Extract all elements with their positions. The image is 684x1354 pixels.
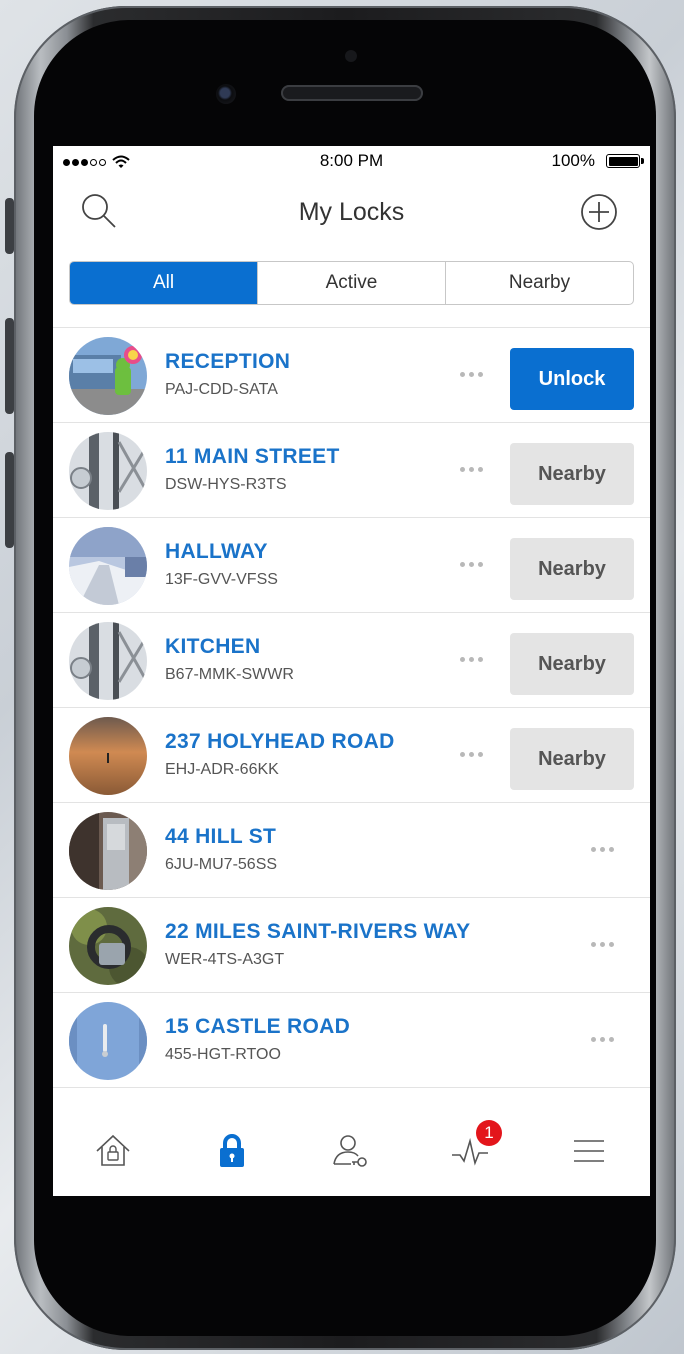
nearby-button[interactable]: Nearby — [510, 443, 634, 505]
front-camera — [216, 84, 236, 104]
page-title: My Locks — [298, 198, 405, 226]
more-options-button[interactable] — [460, 752, 483, 757]
tab-active[interactable]: Active — [257, 262, 445, 304]
more-options-button[interactable] — [460, 657, 483, 662]
tab-locks[interactable] — [172, 1106, 291, 1196]
lock-name: 22 MILES SAINT-RIVERS WAY — [165, 920, 471, 943]
notification-badge: 1 — [476, 1120, 502, 1146]
tab-activity[interactable]: 1 — [410, 1106, 529, 1196]
menu-icon — [573, 1140, 604, 1162]
lock-avatar — [69, 1002, 147, 1080]
nearby-button[interactable]: Nearby — [510, 728, 634, 790]
proximity-sensor — [345, 50, 357, 62]
lock-name: 237 HOLYHEAD ROAD — [165, 730, 395, 753]
tab-all[interactable]: All — [70, 262, 257, 304]
earpiece-speaker — [281, 85, 423, 101]
unlock-button[interactable]: Unlock — [510, 348, 634, 410]
status-bar: 8:00 PM 100% — [53, 146, 650, 178]
lock-avatar — [69, 812, 147, 890]
mute-switch — [5, 198, 14, 254]
add-lock-button[interactable] — [577, 190, 621, 234]
app-screen: 8:00 PM 100% My Locks All Active Nearby — [53, 146, 650, 1196]
plus-circle-icon — [581, 194, 617, 230]
lock-name: 11 MAIN STREET — [165, 445, 340, 468]
list-divider — [53, 1087, 650, 1088]
lock-row-kitchen[interactable]: KITCHEN B67-MMK-SWWR Nearby — [53, 612, 650, 707]
lock-code: WER-4TS-A3GT — [165, 951, 285, 968]
nav-header: My Locks — [53, 182, 650, 242]
lock-name: RECEPTION — [165, 350, 291, 373]
bottom-tab-bar: 1 — [53, 1106, 650, 1196]
battery-icon — [606, 154, 644, 168]
more-options-button[interactable] — [591, 942, 614, 947]
filter-segmented-control: All Active Nearby — [69, 261, 634, 305]
nearby-button[interactable]: Nearby — [510, 538, 634, 600]
lock-code: DSW-HYS-R3TS — [165, 476, 287, 493]
lock-code: 13F-GVV-VFSS — [165, 571, 278, 588]
lock-avatar — [69, 907, 147, 985]
lock-code: B67-MMK-SWWR — [165, 666, 294, 683]
lock-row-22-miles-saint-rivers-way[interactable]: 22 MILES SAINT-RIVERS WAY WER-4TS-A3GT — [53, 897, 650, 992]
lock-code: 455-HGT-RTOO — [165, 1046, 281, 1063]
volume-down-button — [5, 452, 14, 548]
lock-name: KITCHEN — [165, 635, 261, 658]
lock-name: HALLWAY — [165, 540, 268, 563]
lock-avatar — [69, 527, 147, 605]
lock-code: EHJ-ADR-66KK — [165, 761, 279, 778]
lock-row-44-hill-st[interactable]: 44 HILL ST 6JU-MU7-56SS — [53, 802, 650, 897]
lock-list: RECEPTION PAJ-CDD-SATA Unlock 11 MAIN ST… — [53, 327, 650, 1088]
more-options-button[interactable] — [591, 1037, 614, 1042]
tab-menu[interactable] — [529, 1106, 648, 1196]
lock-row-15-castle-road[interactable]: 15 CASTLE ROAD 455-HGT-RTOO — [53, 992, 650, 1087]
lock-row-237-holyhead-road[interactable]: 237 HOLYHEAD ROAD EHJ-ADR-66KK Nearby — [53, 707, 650, 802]
more-options-button[interactable] — [591, 847, 614, 852]
lock-avatar — [69, 717, 147, 795]
more-options-button[interactable] — [460, 562, 483, 567]
volume-up-button — [5, 318, 14, 414]
lock-avatar — [69, 337, 147, 415]
lock-name: 44 HILL ST — [165, 825, 277, 848]
home-lock-icon — [95, 1134, 130, 1166]
tab-nearby[interactable]: Nearby — [445, 262, 633, 304]
user-key-icon — [332, 1135, 367, 1167]
more-options-button[interactable] — [460, 372, 483, 377]
tab-home[interactable] — [53, 1106, 172, 1196]
lock-code: 6JU-MU7-56SS — [165, 856, 278, 873]
more-options-button[interactable] — [460, 467, 483, 472]
lock-row-11-main-street[interactable]: 11 MAIN STREET DSW-HYS-R3TS Nearby — [53, 422, 650, 517]
nearby-button[interactable]: Nearby — [510, 633, 634, 695]
lock-icon — [219, 1134, 244, 1167]
lock-code: PAJ-CDD-SATA — [165, 381, 278, 398]
lock-avatar — [69, 432, 147, 510]
tab-users[interactable] — [291, 1106, 410, 1196]
battery-percent: 100% — [551, 151, 595, 170]
lock-row-hallway[interactable]: HALLWAY 13F-GVV-VFSS Nearby — [53, 517, 650, 612]
lock-name: 15 CASTLE ROAD — [165, 1015, 351, 1038]
lock-row-reception[interactable]: RECEPTION PAJ-CDD-SATA Unlock — [53, 327, 650, 422]
lock-avatar — [69, 622, 147, 700]
